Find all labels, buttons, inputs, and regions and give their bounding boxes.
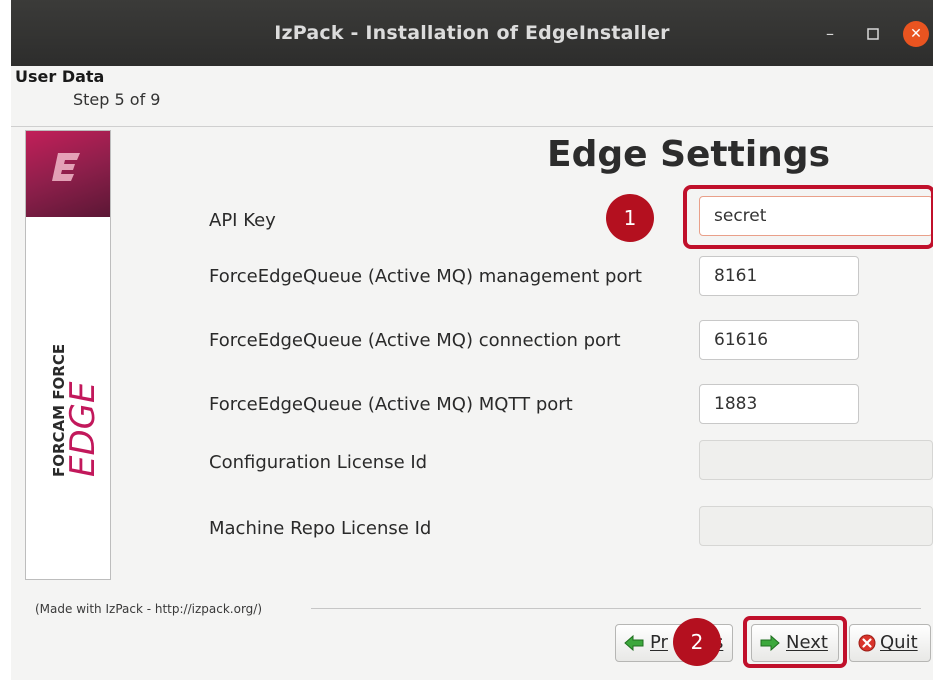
- footer-divider: [311, 608, 921, 609]
- installer-window: IzPack - Installation of EdgeInstaller –…: [11, 0, 933, 680]
- annotation-badge-1: 1: [606, 194, 654, 242]
- next-label: Next: [786, 632, 828, 653]
- configuration-license-label: Configuration License Id: [209, 452, 428, 473]
- page-heading: User Data: [15, 67, 105, 86]
- title-bar[interactable]: IzPack - Installation of EdgeInstaller –…: [11, 0, 933, 66]
- maximize-square-icon: [867, 28, 879, 40]
- minimize-icon[interactable]: –: [817, 21, 843, 47]
- previous-label-start: Pr: [650, 632, 668, 653]
- close-icon[interactable]: ✕: [903, 21, 929, 47]
- connection-port-input[interactable]: [699, 320, 859, 360]
- page-header: User Data Step 5 of 9: [11, 66, 933, 124]
- api-key-input[interactable]: [699, 196, 933, 236]
- forcam-e-logo-icon: [52, 153, 80, 181]
- quit-label: Quit: [880, 632, 918, 653]
- section-title: Edge Settings: [547, 134, 831, 175]
- forcam-force-edge-wordmark: FORCAM FORCE EDGE ™: [50, 344, 103, 477]
- connection-port-label: ForceEdgeQueue (Active MQ) connection po…: [209, 330, 621, 351]
- step-indicator: Step 5 of 9: [73, 90, 161, 109]
- mqtt-port-input[interactable]: [699, 384, 859, 424]
- next-button[interactable]: Next: [751, 624, 839, 662]
- trademark-mark: ™: [53, 365, 62, 373]
- management-port-label: ForceEdgeQueue (Active MQ) management po…: [209, 266, 642, 287]
- mqtt-port-label: ForceEdgeQueue (Active MQ) MQTT port: [209, 394, 573, 415]
- quit-button[interactable]: Quit: [849, 624, 931, 662]
- banner-logo-block: [26, 131, 110, 217]
- izpack-credit: (Made with IzPack - http://izpack.org/): [35, 602, 271, 616]
- annotation-badge-2: 2: [673, 618, 721, 666]
- maximize-icon[interactable]: [860, 21, 886, 47]
- arrow-right-icon: [760, 634, 780, 652]
- forcam-banner: FORCAM FORCE EDGE ™: [25, 130, 111, 580]
- configuration-license-input[interactable]: [699, 440, 933, 480]
- brand-large-text: EDGE: [63, 381, 103, 477]
- window-title: IzPack - Installation of EdgeInstaller: [274, 22, 670, 44]
- management-port-input[interactable]: [699, 256, 859, 296]
- arrow-left-icon: [624, 634, 644, 652]
- quit-x-icon: [858, 634, 876, 652]
- machine-repo-license-label: Machine Repo License Id: [209, 518, 432, 539]
- machine-repo-license-input[interactable]: [699, 506, 933, 546]
- api-key-label: API Key: [209, 210, 276, 231]
